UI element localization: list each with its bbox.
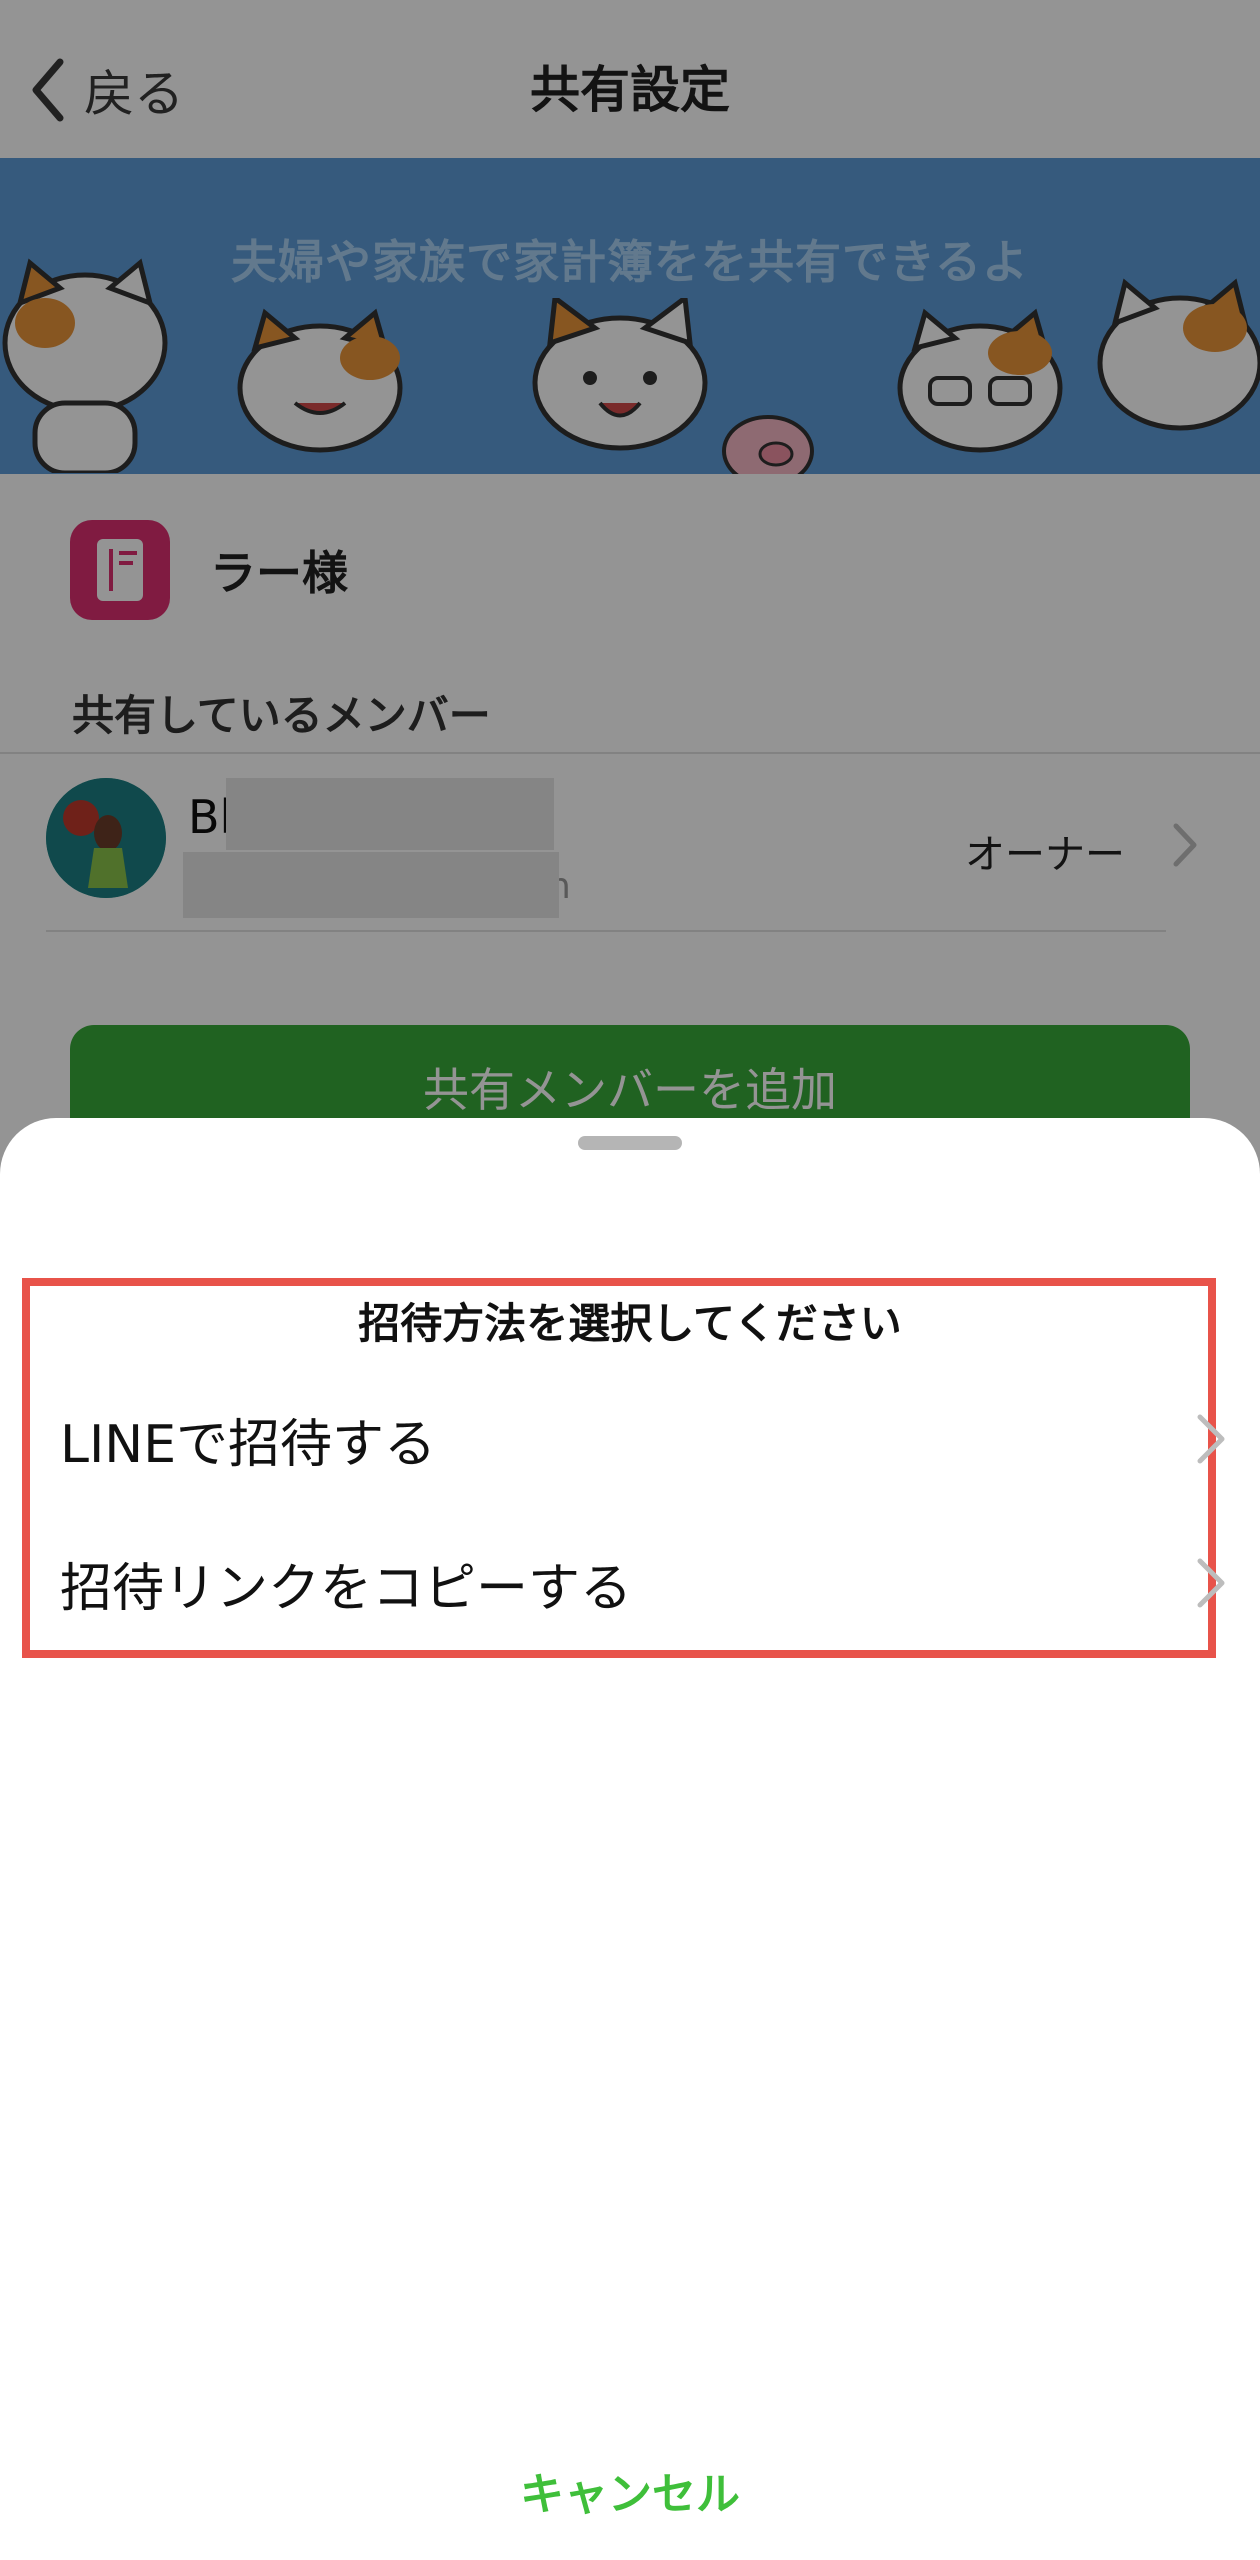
invite-via-line-option[interactable]: LINEで招待する xyxy=(30,1374,1230,1504)
sheet-drag-handle[interactable] xyxy=(578,1136,682,1150)
option-label: 招待リンクをコピーする xyxy=(60,1558,633,1619)
cancel-button[interactable]: キャンセル xyxy=(0,2458,1260,2522)
sheet-title: 招待方法を選択してください xyxy=(358,1299,902,1348)
copy-invite-link-option[interactable]: 招待リンクをコピーする xyxy=(30,1518,1230,1648)
option-label: LINEで招待する xyxy=(60,1414,437,1475)
chevron-right-icon xyxy=(1197,1414,1225,1464)
chevron-right-icon xyxy=(1197,1558,1225,1608)
